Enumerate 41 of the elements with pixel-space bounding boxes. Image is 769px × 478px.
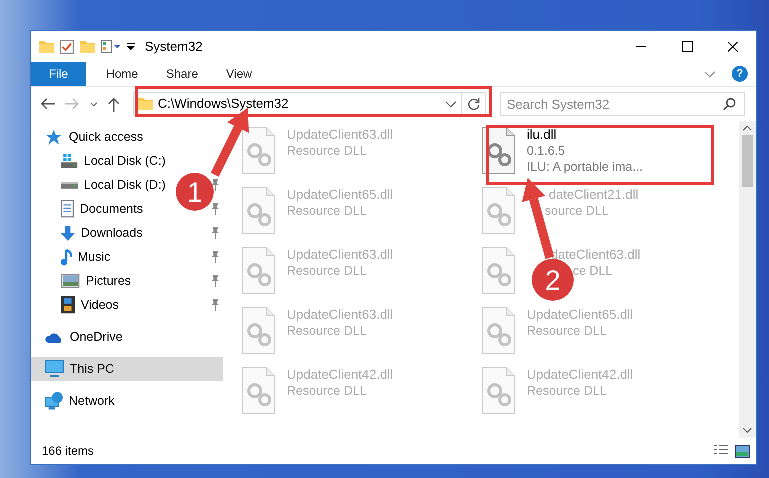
nav-item[interactable]: Downloads — [31, 221, 147, 245]
nav-item[interactable]: Local Disk (C:) — [31, 149, 170, 173]
item-count: 166 items — [42, 443, 94, 460]
file-name: UpdateClient42.dll — [287, 367, 394, 383]
nav-item[interactable]: Documents — [31, 197, 148, 221]
help-button[interactable]: ? — [732, 66, 748, 82]
nav-item[interactable]: Music — [31, 245, 115, 269]
file-name: UpdateClient65.dll — [527, 307, 634, 323]
search-field[interactable]: Search System32 — [500, 92, 745, 116]
nav-item[interactable]: This PC — [31, 357, 223, 381]
file-name: UpdateClient63.dll — [287, 247, 394, 263]
file-description: Resource DLL — [287, 383, 367, 399]
nav-item[interactable]: Quick access — [31, 125, 148, 149]
file-description: Resource DLL — [287, 143, 367, 159]
nav-item[interactable]: Pictures — [31, 269, 136, 293]
file-name: UpdateClient63.dll — [287, 127, 394, 143]
file-name: UpdateClient42.dll — [527, 367, 634, 383]
nav-item[interactable]: Local Disk (D:) — [31, 173, 170, 197]
ribbon-tab[interactable]: File — [31, 62, 86, 86]
file-name: UpdateClient65.dll — [287, 187, 394, 203]
nav-item[interactable]: OneDrive — [31, 325, 127, 349]
nav-item[interactable]: Videos — [31, 293, 123, 317]
step-badge: 2 — [532, 259, 574, 301]
step-badge: 1 — [176, 173, 214, 211]
window-title: System32 — [145, 38, 203, 56]
file-description: Resource DLL — [287, 323, 367, 339]
ribbon-tab[interactable]: Home — [92, 62, 152, 86]
file-description: source DLL — [545, 203, 609, 219]
ribbon-tab[interactable]: Share — [152, 62, 212, 86]
file-description: Resource DLL — [287, 203, 367, 219]
file-description: Resource DLL — [527, 383, 607, 399]
file-version: 0.1.6.5 — [527, 143, 566, 159]
file-name: dateClient21.dll — [549, 187, 639, 203]
file-description: ce DLL — [573, 263, 613, 279]
file-name: ilu.dll — [527, 127, 557, 143]
ribbon-tab[interactable]: View — [212, 62, 266, 86]
nav-item[interactable]: Network — [31, 389, 119, 413]
file-description: Resource DLL — [287, 263, 367, 279]
file-description: Resource DLL — [527, 323, 607, 339]
file-name: UpdateClient63.dll — [287, 307, 394, 323]
file-description: ILU: A portable ima... — [527, 159, 644, 175]
